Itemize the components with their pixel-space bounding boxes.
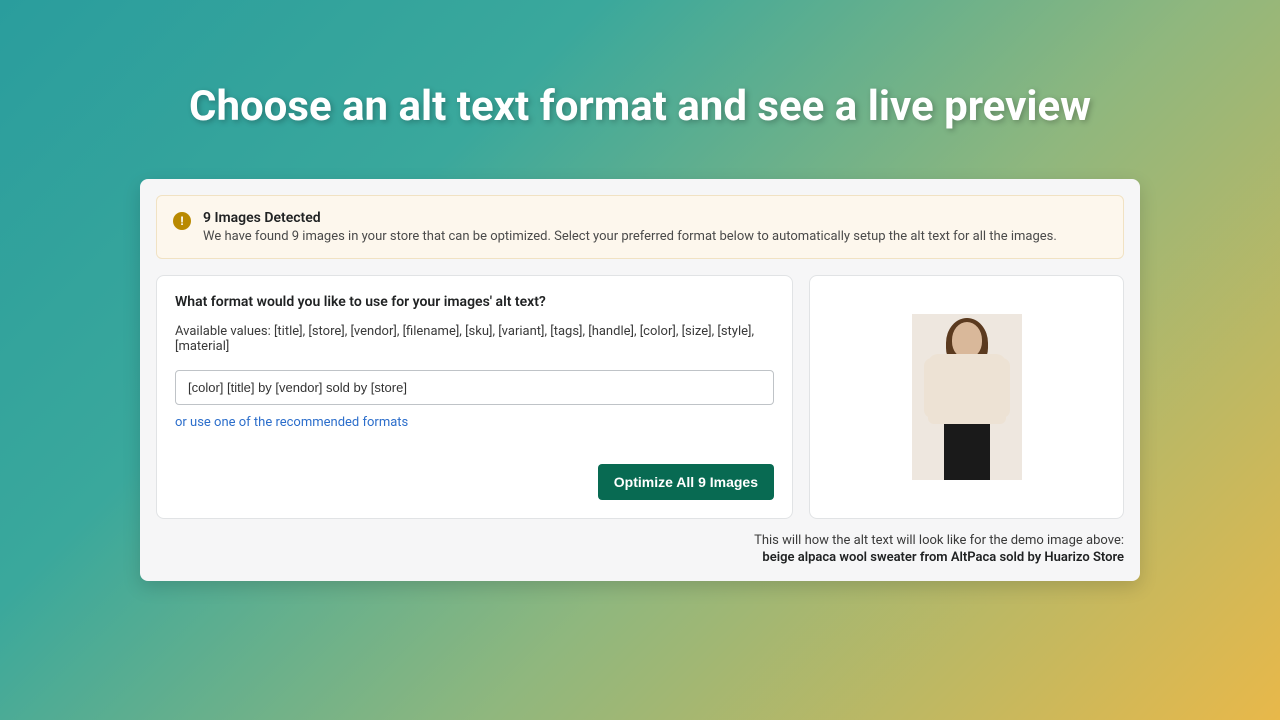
main-card: ! 9 Images Detected We have found 9 imag… <box>140 179 1140 581</box>
caption-result: beige alpaca wool sweater from AltPaca s… <box>156 550 1124 565</box>
warning-icon: ! <box>173 212 191 230</box>
alert-body: We have found 9 images in your store tha… <box>203 229 1057 244</box>
available-values-label: Available values: [title], [store], [ven… <box>175 324 774 354</box>
optimize-button[interactable]: Optimize All 9 Images <box>598 464 774 500</box>
alert-title: 9 Images Detected <box>203 210 1057 226</box>
caption-intro: This will how the alt text will look lik… <box>156 533 1124 548</box>
preview-panel <box>809 275 1124 519</box>
page-title: Choose an alt text format and see a live… <box>0 0 1280 131</box>
format-input[interactable] <box>175 370 774 405</box>
format-panel: What format would you like to use for yo… <box>156 275 793 519</box>
preview-image <box>912 314 1022 480</box>
alert-banner: ! 9 Images Detected We have found 9 imag… <box>156 195 1124 259</box>
preview-caption: This will how the alt text will look lik… <box>156 533 1124 565</box>
recommended-formats-link[interactable]: or use one of the recommended formats <box>175 415 408 430</box>
format-question: What format would you like to use for yo… <box>175 294 774 310</box>
